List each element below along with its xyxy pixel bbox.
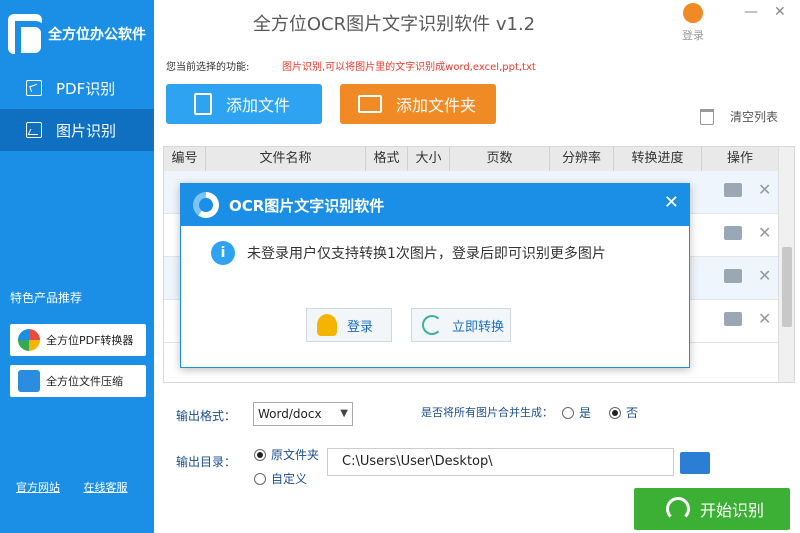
dialog-close-button[interactable]: ✕ — [664, 192, 679, 213]
row-actions: ✕ — [708, 268, 778, 284]
promo-label: 全方位PDF转换器 — [46, 334, 134, 347]
add-file-label: 添加文件 — [226, 96, 291, 115]
trash-icon — [700, 108, 714, 125]
merge-yes-label: 是 — [579, 406, 592, 420]
radio-dot — [609, 406, 621, 419]
open-folder-icon[interactable] — [724, 183, 742, 197]
sidebar-item-pdf-recognition[interactable]: PDF识别 — [0, 67, 154, 109]
brand-logo: 全方位办公软件 — [0, 0, 154, 68]
featured-products-title: 特色产品推荐 — [10, 291, 83, 305]
sidebar: 全方位办公软件 PDF识别 图片识别 特色产品推荐 全方位PDF转换器 全方位文… — [0, 0, 154, 533]
login-top-label: 登录 — [682, 29, 704, 42]
open-folder-icon[interactable] — [724, 226, 742, 240]
output-format-value: Word/docx — [258, 407, 322, 421]
dir-custom-label: 自定义 — [271, 472, 308, 486]
merge-yes-radio[interactable]: 是 — [562, 404, 591, 421]
dialog-convert-now-button[interactable]: 立即转换 — [411, 308, 511, 342]
remove-row-icon[interactable]: ✕ — [758, 225, 771, 241]
output-format-select[interactable]: Word/docx ▼ — [253, 402, 353, 426]
output-format-label: 输出格式： — [176, 409, 237, 423]
login-top-button[interactable]: 登录 — [676, 3, 710, 43]
column-header-format: 格式 — [366, 147, 408, 171]
radio-dot — [254, 472, 266, 485]
refresh-icon — [666, 497, 690, 521]
start-recognition-label: 开始识别 — [700, 501, 765, 520]
dialog-login-button[interactable]: 登录 — [306, 308, 392, 342]
table-header: 编号 文件名称 格式 大小 页数 分辨率 转换进度 操作 — [164, 147, 778, 171]
open-folder-icon[interactable] — [724, 269, 742, 283]
promo-label: 全方位文件压缩 — [46, 375, 123, 388]
remove-row-icon[interactable]: ✕ — [758, 311, 771, 327]
ocr-app-logo-icon — [193, 192, 219, 218]
window-title: 全方位OCR图片文字识别软件 v1.2 — [252, 14, 536, 35]
current-function-desc: 图片识别,可以将图片里的文字识别成word,excel,ppt,txt — [282, 62, 536, 73]
sidebar-item-image-recognition[interactable]: 图片识别 — [0, 109, 154, 151]
merge-no-radio[interactable]: 否 — [609, 404, 638, 421]
image-icon — [26, 122, 42, 138]
official-site-link[interactable]: 官方网站 — [16, 481, 60, 494]
dialog-message-text: 未登录用户仅支持转换1次图片，登录后即可识别更多图片 — [247, 246, 606, 262]
column-header-filename: 文件名称 — [206, 147, 366, 171]
minimize-button[interactable]: — — [744, 4, 758, 20]
refresh-icon — [422, 315, 442, 335]
dir-original-radio[interactable]: 原文件夹 — [254, 446, 319, 463]
sidebar-item-label: PDF识别 — [56, 79, 116, 98]
column-header-progress: 转换进度 — [614, 147, 702, 171]
current-function-label: 您当前选择的功能: — [166, 62, 250, 73]
browse-folder-icon[interactable] — [680, 452, 710, 474]
folder-icon — [358, 95, 382, 113]
user-icon — [683, 3, 703, 23]
sidebar-item-label: 图片识别 — [56, 121, 117, 140]
info-icon: i — [211, 241, 235, 265]
output-dir-label: 输出目录： — [176, 455, 237, 469]
online-support-link[interactable]: 在线客服 — [84, 481, 128, 494]
dialog-message: i 未登录用户仅支持转换1次图片，登录后即可识别更多图片 — [211, 241, 606, 265]
clear-list-button[interactable]: 清空列表 — [700, 108, 778, 125]
dialog-login-label: 登录 — [347, 319, 374, 335]
promo-file-compress[interactable]: 全方位文件压缩 — [10, 365, 146, 397]
dir-custom-radio[interactable]: 自定义 — [254, 470, 307, 487]
row-actions: ✕ — [708, 311, 778, 327]
dialog-header: OCR图片文字识别软件 ✕ — [181, 184, 689, 226]
file-icon — [194, 93, 212, 115]
column-header-resolution: 分辨率 — [550, 147, 614, 171]
promo-pdf-converter[interactable]: 全方位PDF转换器 — [10, 324, 146, 356]
login-prompt-dialog: OCR图片文字识别软件 ✕ i 未登录用户仅支持转换1次图片，登录后即可识别更多… — [180, 183, 690, 368]
remove-row-icon[interactable]: ✕ — [758, 268, 771, 284]
chevron-down-icon: ▼ — [340, 408, 348, 419]
add-folder-button[interactable]: 添加文件夹 — [340, 84, 496, 124]
merge-no-label: 否 — [626, 406, 639, 420]
brand-p-icon — [8, 14, 47, 59]
sidebar-links: 官方网站 在线客服 — [16, 479, 148, 495]
dir-original-label: 原文件夹 — [271, 448, 320, 462]
row-actions: ✕ — [708, 225, 778, 241]
pdf-converter-icon — [18, 329, 40, 351]
radio-dot — [562, 406, 574, 419]
close-window-button[interactable]: ✕ — [774, 4, 786, 20]
row-actions: ✕ — [708, 182, 778, 198]
radio-dot — [254, 448, 266, 461]
user-icon — [317, 314, 337, 336]
start-recognition-button[interactable]: 开始识别 — [634, 488, 790, 530]
merge-question-label: 是否将所有图片合并生成： — [421, 406, 553, 419]
remove-row-icon[interactable]: ✕ — [758, 182, 771, 198]
column-header-size: 大小 — [408, 147, 450, 171]
column-header-actions: 操作 — [726, 151, 753, 166]
open-folder-icon[interactable] — [724, 312, 742, 326]
column-header-index: 编号 — [164, 147, 206, 171]
column-header-pages: 页数 — [450, 147, 550, 171]
table-scrollbar[interactable] — [778, 147, 794, 382]
add-file-button[interactable]: 添加文件 — [166, 84, 322, 124]
dialog-title: OCR图片文字识别软件 — [229, 196, 385, 215]
dialog-convert-label: 立即转换 — [452, 319, 505, 335]
output-path-input[interactable]: C:\Users\User\Desktop\ — [327, 448, 674, 476]
scroll-thumb[interactable] — [782, 247, 792, 327]
clear-list-label: 清空列表 — [730, 110, 779, 124]
add-folder-label: 添加文件夹 — [396, 96, 477, 115]
pdf-doc-icon — [26, 80, 42, 96]
file-compress-icon — [18, 370, 40, 392]
brand-name: 全方位办公软件 — [48, 27, 146, 43]
